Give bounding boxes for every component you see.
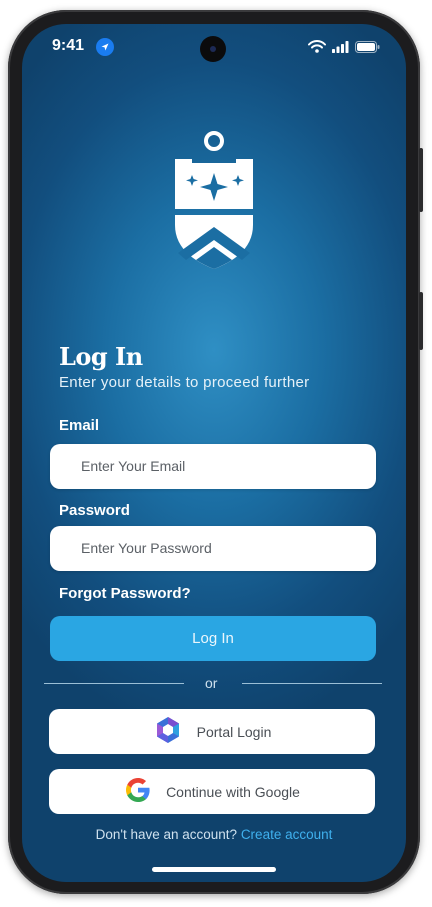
shield-crest-logo xyxy=(170,129,258,269)
login-button[interactable]: Log In xyxy=(50,616,376,661)
cellular-signal-icon xyxy=(332,40,349,58)
email-label: Email xyxy=(59,417,100,434)
location-arrow-icon xyxy=(96,38,114,56)
page-subtitle: Enter your details to proceed further xyxy=(59,374,310,391)
wifi-icon xyxy=(308,40,326,58)
signup-prompt-text: Don't have an account? xyxy=(95,827,238,842)
home-indicator[interactable] xyxy=(152,867,276,872)
app-screen: 9:41 Log In Enter your details to procee… xyxy=(22,24,406,882)
status-bar: 9:41 xyxy=(22,24,406,68)
password-label: Password xyxy=(59,502,130,519)
divider-line-left xyxy=(44,683,184,684)
portal-login-button[interactable]: Portal Login xyxy=(49,709,375,754)
side-button-top xyxy=(419,148,423,212)
divider-line-right xyxy=(242,683,382,684)
google-login-button[interactable]: Continue with Google xyxy=(49,769,375,814)
forgot-password-link[interactable]: Forgot Password? xyxy=(59,585,191,602)
or-divider: or xyxy=(44,674,382,694)
page-title: Log In xyxy=(59,342,143,371)
divider-text: or xyxy=(205,675,218,691)
side-button-bottom xyxy=(419,292,423,350)
email-field[interactable]: Enter Your Email xyxy=(50,444,376,489)
portal-login-label: Portal Login xyxy=(196,723,272,740)
password-field[interactable]: Enter Your Password xyxy=(50,526,376,571)
email-placeholder: Enter Your Email xyxy=(81,458,186,474)
signup-prompt: Don't have an account? Create account xyxy=(22,827,406,842)
status-icons xyxy=(308,40,380,58)
microsoft-portal-icon xyxy=(153,715,183,748)
create-account-link[interactable]: Create account xyxy=(241,827,333,842)
google-g-icon xyxy=(124,776,152,807)
status-time: 9:41 xyxy=(52,37,85,54)
front-camera xyxy=(200,36,226,62)
battery-icon xyxy=(355,40,380,58)
password-placeholder: Enter Your Password xyxy=(81,540,212,556)
google-login-label: Continue with Google xyxy=(166,783,300,800)
